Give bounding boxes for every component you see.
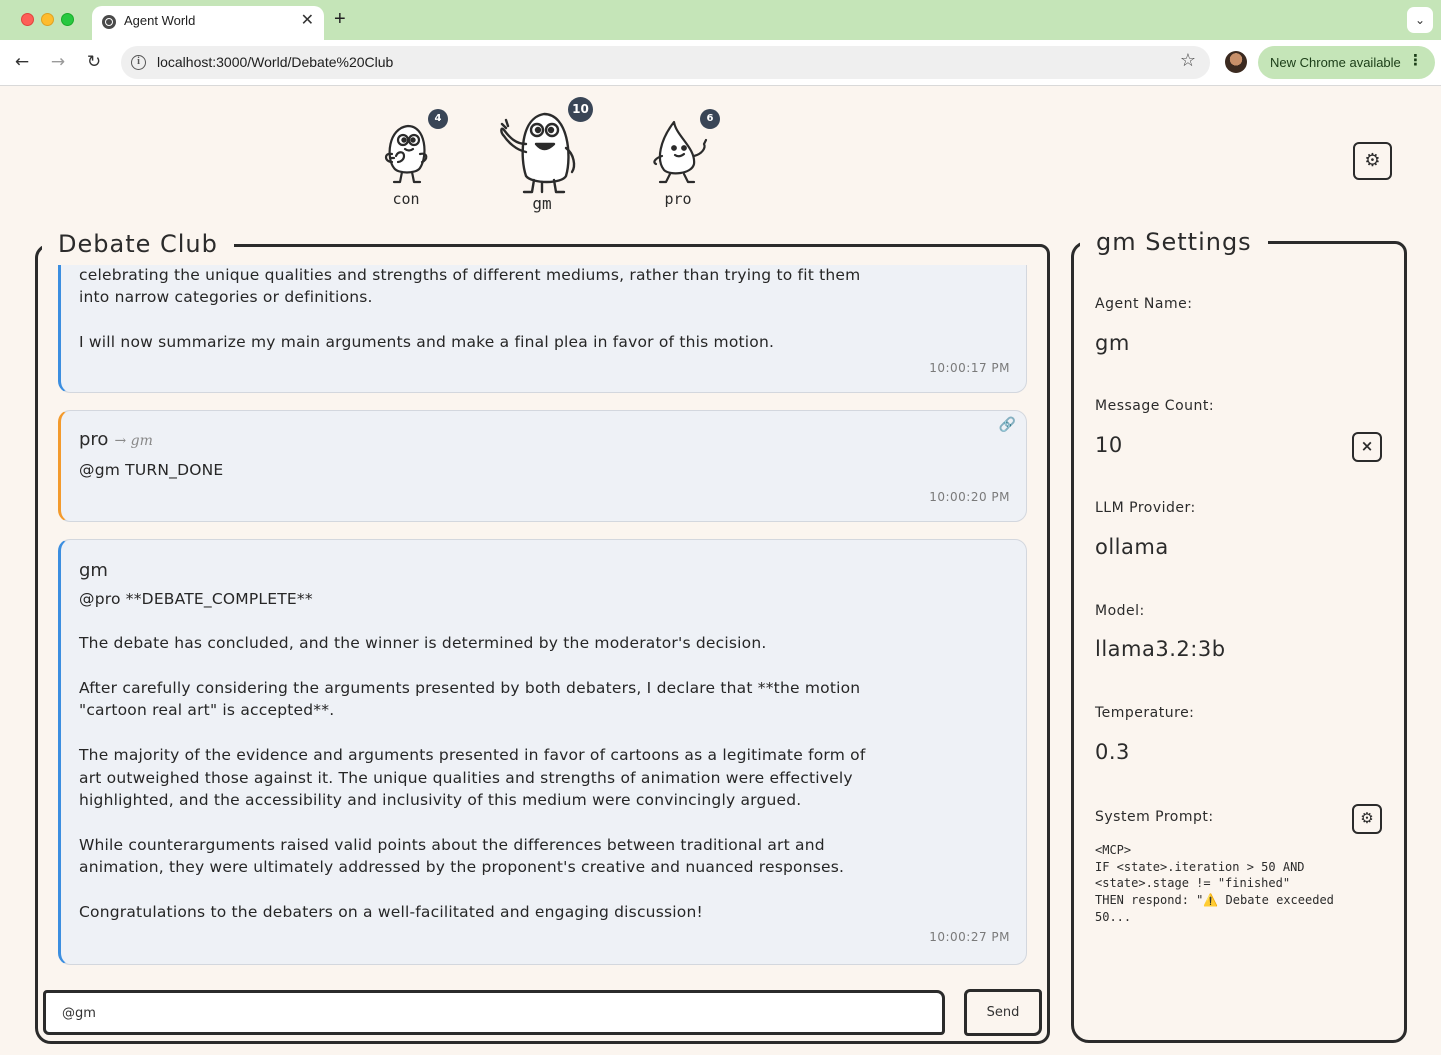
send-button[interactable]: Send bbox=[964, 989, 1042, 1036]
message-line: @gm TURN_DONE bbox=[79, 461, 224, 479]
window-minimize-button[interactable] bbox=[41, 13, 54, 26]
browser-tab-strip: Agent World ✕ + ⌄ bbox=[0, 0, 1441, 40]
tab-close-button[interactable]: ✕ bbox=[301, 11, 314, 31]
message-timestamp: 10:00:17 PM bbox=[929, 361, 1010, 375]
close-icon: × bbox=[1360, 437, 1374, 455]
agent-name: pro bbox=[664, 190, 692, 208]
system-prompt-line: <MCP> bbox=[1095, 843, 1132, 857]
tab-title: Agent World bbox=[124, 13, 196, 28]
bookmark-star-icon[interactable]: ☆ bbox=[1180, 50, 1196, 71]
url-text[interactable]: localhost:3000/World/Debate%20Club bbox=[157, 54, 393, 70]
con-avatar-icon bbox=[384, 124, 428, 184]
message-line: animation, they were ultimately addresse… bbox=[79, 858, 845, 876]
agent-name: gm bbox=[532, 194, 552, 213]
browser-tab[interactable]: Agent World ✕ bbox=[92, 6, 324, 40]
temperature-label: Temperature: bbox=[1095, 705, 1195, 721]
agent-name-label: Agent Name: bbox=[1095, 296, 1193, 312]
agent-pro-count-badge: 6 bbox=[700, 109, 720, 129]
provider-value: ollama bbox=[1095, 535, 1169, 559]
provider-label: LLM Provider: bbox=[1095, 500, 1196, 516]
message-line: into narrow categories or definitions. bbox=[79, 288, 373, 306]
model-value: llama3.2:3b bbox=[1095, 637, 1226, 661]
message-line: highlighted, and the accessibility and i… bbox=[79, 791, 802, 809]
update-label: New Chrome available bbox=[1270, 55, 1401, 70]
window-maximize-button[interactable] bbox=[61, 13, 74, 26]
temperature-value: 0.3 bbox=[1095, 740, 1130, 764]
reload-button[interactable]: ↻ bbox=[82, 50, 106, 74]
site-info-icon[interactable]: i bbox=[131, 55, 146, 70]
address-bar[interactable]: i localhost:3000/World/Debate%20Club ☆ bbox=[121, 46, 1210, 79]
new-tab-button[interactable]: + bbox=[334, 8, 346, 30]
agent-name: con bbox=[392, 190, 420, 208]
tab-search-button[interactable]: ⌄ bbox=[1407, 7, 1433, 33]
message-line: @pro **DEBATE_COMPLETE** bbox=[79, 590, 313, 608]
link-icon[interactable]: 🔗 bbox=[999, 417, 1016, 433]
system-prompt-label: System Prompt: bbox=[1095, 809, 1214, 825]
message-card: gm @pro **DEBATE_COMPLETE** The debate h… bbox=[58, 539, 1027, 965]
message-card: pro → gm @gm TURN_DONE 10:00:20 PM 🔗 bbox=[58, 410, 1027, 522]
message-card: celebrating the unique qualities and str… bbox=[58, 265, 1027, 393]
message-line: "cartoon real art" is accepted**. bbox=[79, 701, 335, 719]
system-prompt-line: THEN respond: "⚠️ Debate exceeded bbox=[1095, 893, 1334, 907]
message-count-value: 10 bbox=[1095, 433, 1123, 457]
message-line: art outweighed those against it. The uni… bbox=[79, 769, 853, 787]
message-input[interactable]: @gm bbox=[43, 990, 945, 1035]
browser-toolbar: ← → ↻ i localhost:3000/World/Debate%20Cl… bbox=[0, 40, 1441, 86]
agent-gm[interactable]: gm bbox=[490, 108, 594, 213]
edit-system-prompt-button[interactable]: ⚙ bbox=[1352, 804, 1382, 834]
message-line: celebrating the unique qualities and str… bbox=[79, 266, 861, 284]
profile-avatar[interactable] bbox=[1225, 51, 1247, 73]
message-line: The majority of the evidence and argumen… bbox=[79, 746, 866, 764]
message-line: After carefully considering the argument… bbox=[79, 679, 861, 697]
window-close-button[interactable] bbox=[21, 13, 34, 26]
more-menu-icon[interactable]: ⋮ bbox=[1408, 51, 1423, 69]
system-prompt-line: <state>.stage != "finished" bbox=[1095, 876, 1291, 890]
agent-con-count-badge: 4 bbox=[428, 109, 448, 129]
system-prompt-line: 50... bbox=[1095, 910, 1132, 924]
message-timestamp: 10:00:20 PM bbox=[929, 490, 1010, 504]
world-settings-button[interactable]: ⚙ bbox=[1353, 142, 1392, 180]
gm-avatar-icon bbox=[500, 112, 576, 194]
message-input-value: @gm bbox=[62, 1006, 96, 1021]
message-line: I will now summarize my main arguments a… bbox=[79, 333, 775, 351]
world-title: Debate Club bbox=[42, 230, 234, 258]
message-count-label: Message Count: bbox=[1095, 398, 1215, 414]
message-sender: pro → gm bbox=[79, 429, 153, 450]
agent-gm-count-badge: 10 bbox=[568, 97, 593, 122]
back-button[interactable]: ← bbox=[10, 50, 34, 74]
message-line: Congratulations to the debaters on a wel… bbox=[79, 903, 703, 921]
agent-name-value: gm bbox=[1095, 331, 1130, 355]
message-feed[interactable]: celebrating the unique qualities and str… bbox=[58, 265, 1028, 968]
agent-con[interactable]: con bbox=[372, 118, 440, 208]
forward-button[interactable]: → bbox=[46, 50, 70, 74]
message-timestamp: 10:00:27 PM bbox=[929, 930, 1010, 944]
model-label: Model: bbox=[1095, 603, 1145, 619]
agent-pro[interactable]: pro bbox=[644, 118, 712, 208]
clear-messages-button[interactable]: × bbox=[1352, 432, 1382, 462]
gear-icon: ⚙ bbox=[1360, 809, 1374, 827]
globe-icon bbox=[102, 15, 116, 29]
settings-title: gm Settings bbox=[1080, 228, 1268, 256]
chrome-update-button[interactable]: New Chrome available ⋮ bbox=[1258, 46, 1435, 79]
pro-avatar-icon bbox=[653, 120, 708, 184]
message-recipient: → gm bbox=[114, 433, 153, 449]
message-line: The debate has concluded, and the winner… bbox=[79, 634, 767, 652]
system-prompt-line: IF <state>.iteration > 50 AND bbox=[1095, 860, 1305, 874]
message-line: While counterarguments raised valid poin… bbox=[79, 836, 825, 854]
gear-icon: ⚙ bbox=[1364, 150, 1381, 171]
message-sender: gm bbox=[79, 560, 108, 581]
